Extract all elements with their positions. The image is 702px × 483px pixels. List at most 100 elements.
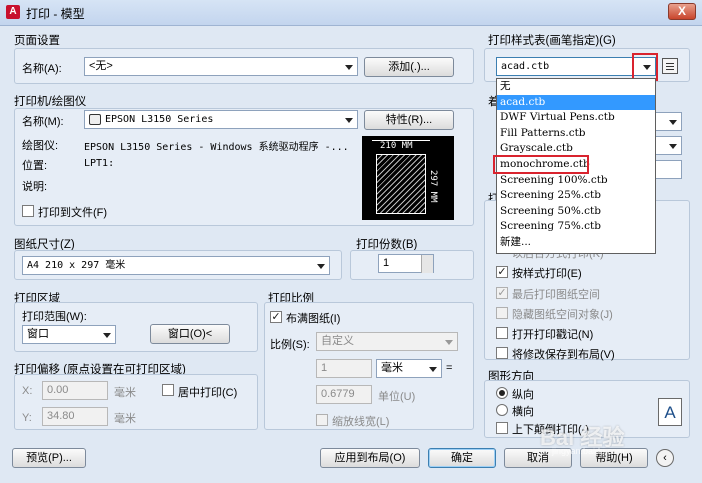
portrait-label: 纵向 [512, 389, 534, 401]
autocad-logo-icon: A [6, 5, 20, 19]
offset-y-label: Y: [22, 412, 32, 424]
offset-x-label: X: [22, 385, 33, 397]
plot-range-value: 窗口 [27, 328, 49, 340]
plot-paperspace-last-checkbox[interactable]: ✓ [496, 287, 508, 299]
spin-up-icon[interactable] [421, 255, 433, 264]
plot-range-combo[interactable]: 窗口 [22, 325, 116, 344]
window-pick-button[interactable]: 窗口(O)< [150, 324, 230, 344]
dropdown-arrow-highlight [632, 53, 658, 81]
dropdown-option[interactable]: Screening 100%.ctb [497, 173, 655, 189]
dropdown-option[interactable]: Screening 50%.ctb [497, 204, 655, 220]
watermark-url: jingyan.baidu.com [552, 446, 625, 456]
paper-size-combo[interactable]: A4 210 x 297 毫米 [22, 256, 330, 275]
copies-value: 1 [383, 257, 390, 269]
window-title: 打印 - 模型 [26, 7, 85, 21]
page-setup-name-label: 名称(A): [22, 63, 62, 75]
paper-hatch [376, 154, 426, 214]
add-page-setup-button[interactable]: 添加(.)... [364, 57, 454, 77]
edit-icon[interactable] [662, 58, 678, 74]
paper-size-value: A4 210 x 297 毫米 [27, 260, 126, 271]
preview-height-label: 297 MM [428, 170, 438, 203]
hide-paperspace-label: 隐藏图纸空间对象(J) [512, 309, 613, 321]
printer-group-title: 打印机/绘图仪 [14, 96, 87, 108]
chevron-down-icon [103, 333, 111, 338]
unit-label: 单位(U) [378, 391, 416, 403]
chevron-down-icon [445, 340, 453, 345]
fit-to-paper-label: 布满图纸(I) [286, 313, 341, 325]
scale-lineweights-label: 缩放线宽(L) [332, 416, 390, 428]
landscape-label: 横向 [512, 406, 534, 418]
apply-to-layout-button[interactable]: 应用到布局(O) [320, 448, 420, 468]
plot-stamp-checkbox[interactable] [496, 327, 508, 339]
page-setup-name-value: <无> [89, 60, 113, 72]
page-setup-group-title: 页面设置 [14, 35, 60, 47]
scale-value2-input[interactable]: 0.6779 [316, 385, 372, 404]
description-label: 说明: [22, 181, 48, 193]
landscape-radio[interactable] [496, 404, 508, 416]
copies-spinner[interactable]: 1 [378, 254, 434, 273]
edit-icon-line [666, 69, 674, 70]
dropdown-option[interactable]: Screening 75%.ctb [497, 219, 655, 235]
chevron-down-icon [669, 144, 677, 149]
collapse-options-icon[interactable]: ‹ [656, 449, 674, 467]
chevron-down-icon [345, 65, 353, 70]
printer-name-label: 名称(M): [22, 116, 64, 128]
plot-paperspace-last-label: 最后打印图纸空间 [512, 289, 600, 301]
plot-style-value: acad.ctb [501, 61, 550, 72]
fit-to-paper-checkbox[interactable]: ✓ [270, 311, 282, 323]
center-plot-label: 居中打印(C) [178, 387, 238, 399]
chevron-down-icon [317, 264, 325, 269]
dropdown-option[interactable]: 新建... [497, 235, 655, 251]
offset-x-input[interactable]: 0.00 [42, 381, 108, 400]
save-to-layout-checkbox[interactable] [496, 347, 508, 359]
edit-icon-line [666, 66, 674, 67]
upside-down-checkbox[interactable] [496, 422, 508, 434]
ok-button[interactable]: 确定 [428, 448, 496, 468]
edit-icon-line [666, 63, 674, 64]
scale-unit-value: 毫米 [381, 362, 403, 374]
preview-width-label: 210 MM [380, 141, 413, 151]
printer-properties-button[interactable]: 特性(R)... [364, 110, 454, 130]
hide-paperspace-checkbox[interactable] [496, 307, 508, 319]
printer-name-combo[interactable]: EPSON L3150 Series [84, 110, 358, 129]
dropdown-option[interactable]: Fill Patterns.ctb [497, 126, 655, 142]
portrait-radio[interactable] [496, 387, 508, 399]
printer-icon [89, 114, 101, 125]
equals-sign: = [446, 362, 453, 374]
dropdown-option[interactable]: 无 [497, 79, 655, 95]
dropdown-option[interactable]: DWF Virtual Pens.ctb [497, 110, 655, 126]
plot-stamp-label: 打开打印戳记(N) [512, 329, 594, 341]
plot-style-group-title: 打印样式表(画笔指定)(G) [488, 35, 616, 47]
title-bar [0, 0, 702, 26]
scale-unit-combo[interactable]: 毫米 [376, 359, 442, 378]
scale-lineweights-checkbox[interactable] [316, 414, 328, 426]
monochrome-highlight [493, 155, 589, 174]
scale-value: 自定义 [321, 335, 354, 347]
offset-y-unit: 毫米 [114, 413, 136, 425]
orientation-preview-icon: A [658, 398, 682, 426]
chevron-down-icon [345, 118, 353, 123]
preview-button[interactable]: 预览(P)... [12, 448, 86, 468]
dropdown-option[interactable]: Screening 25%.ctb [497, 188, 655, 204]
location-label: 位置: [22, 160, 48, 172]
plot-with-styles-label: 按样式打印(E) [512, 268, 582, 280]
center-plot-checkbox[interactable] [162, 384, 174, 396]
paper-preview: 210 MM 297 MM [362, 136, 454, 220]
chevron-down-icon [429, 367, 437, 372]
offset-y-input[interactable]: 34.80 [42, 407, 108, 426]
scale-combo[interactable]: 自定义 [316, 332, 458, 351]
scale-value1-input[interactable]: 1 [316, 359, 372, 378]
plot-range-label: 打印范围(W): [22, 311, 87, 323]
spin-down-icon[interactable] [421, 264, 433, 273]
plot-with-styles-checkbox[interactable]: ✓ [496, 266, 508, 278]
page-setup-name-combo[interactable]: <无> [84, 57, 358, 76]
dropdown-option-selected[interactable]: acad.ctb [497, 94, 655, 111]
save-to-layout-label: 将修改保存到布局(V) [512, 349, 615, 361]
print-to-file-label: 打印到文件(F) [38, 207, 108, 219]
plotter-label: 绘图仪: [22, 140, 59, 152]
close-button[interactable]: X [668, 3, 696, 20]
offset-x-unit: 毫米 [114, 387, 136, 399]
scale-label: 比例(S): [270, 339, 310, 351]
location-value: LPT1: [84, 158, 115, 169]
print-to-file-checkbox[interactable] [22, 205, 34, 217]
